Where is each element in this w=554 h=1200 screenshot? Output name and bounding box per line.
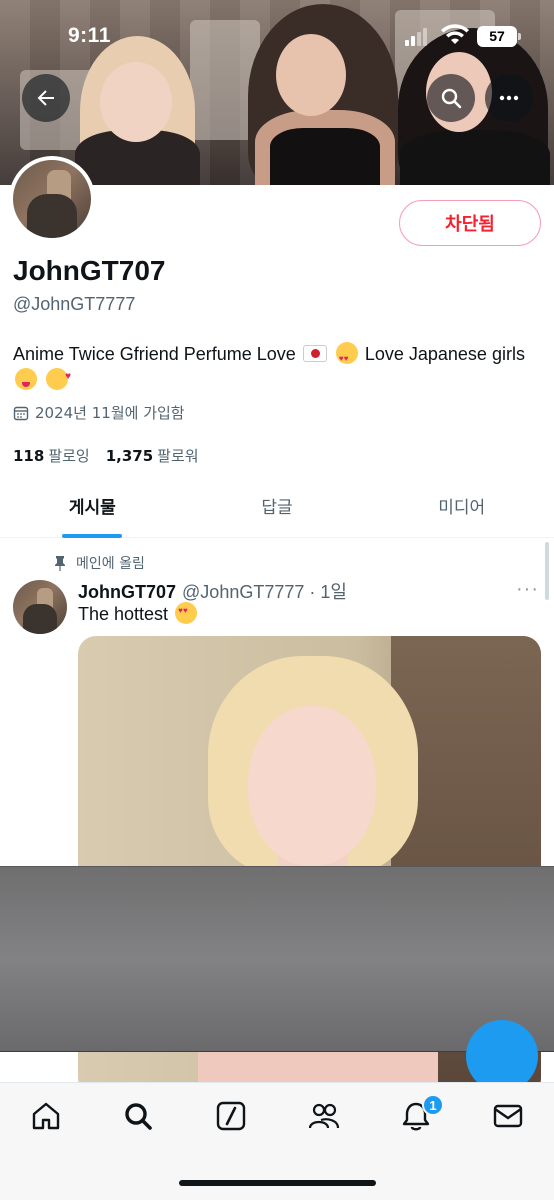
followers-count: 1,375 [105, 447, 154, 465]
tweet-text: The hottest [78, 602, 199, 625]
tweet-avatar[interactable] [13, 580, 67, 634]
communities-icon[interactable] [307, 1099, 341, 1133]
tweet-text-content: The hottest [78, 604, 169, 624]
grok-icon[interactable] [214, 1099, 248, 1133]
home-icon[interactable] [29, 1099, 63, 1133]
wifi-icon [441, 24, 469, 44]
blocked-button[interactable]: 차단됨 [399, 200, 541, 246]
search-icon[interactable] [121, 1099, 155, 1133]
profile-avatar[interactable] [9, 156, 95, 242]
bio-text-1: Anime Twice Gfriend Perfume Love [13, 344, 296, 364]
status-bar: 9:11 57 [0, 0, 554, 70]
messages-icon[interactable] [491, 1099, 525, 1133]
pin-icon [55, 556, 65, 571]
following-count: 118 [13, 447, 45, 465]
home-indicator[interactable] [179, 1180, 376, 1186]
pinned-label: 메인에 올림 [76, 556, 145, 572]
tab-replies[interactable]: 답글 [185, 474, 370, 537]
heart-eyes-emoji-icon [175, 602, 198, 624]
more-options-button[interactable] [485, 74, 533, 122]
joined-date: 2024년 11월에 가입함 [13, 402, 185, 423]
follow-stats: 118 팔로잉 1,375 팔로워 [13, 445, 199, 466]
smiling-hearts-emoji-icon [46, 364, 71, 390]
profile-tabs: 게시물 답글 미디어 [0, 474, 554, 538]
profile-bio: Anime Twice Gfriend Perfume Love Love Ja… [13, 341, 533, 393]
search-button[interactable] [427, 74, 475, 122]
banner-person-dress [270, 128, 380, 185]
tweet-author-name[interactable]: JohnGT707 [78, 582, 176, 603]
banner-person-body [400, 130, 550, 185]
display-name: JohnGT707 [13, 255, 166, 286]
search-icon [441, 88, 462, 109]
tweet-more-icon[interactable]: ··· [516, 578, 539, 601]
following-link[interactable]: 118 팔로잉 [13, 445, 90, 466]
cellular-signal-icon [405, 28, 431, 46]
joined-text: 2024년 11월에 가입함 [35, 404, 185, 422]
back-arrow-icon [37, 90, 54, 106]
calendar-icon [13, 406, 29, 420]
tab-posts[interactable]: 게시물 [0, 474, 185, 537]
back-button[interactable] [22, 74, 70, 122]
japan-flag-icon [302, 345, 327, 362]
followers-link[interactable]: 1,375 팔로워 [106, 445, 199, 466]
more-icon [499, 95, 519, 101]
followers-label: 팔로워 [157, 447, 199, 465]
hungry-face-emoji-icon [15, 368, 37, 390]
avatar-image [13, 160, 91, 238]
tweet-header: JohnGT707 @JohnGT7777 · 1일 [78, 578, 347, 604]
media-person-face [248, 706, 376, 866]
following-label: 팔로잉 [48, 447, 90, 465]
tweet-meta: @JohnGT7777 · 1일 [182, 582, 347, 602]
battery-icon: 57 [477, 26, 521, 47]
banner-person-face [100, 62, 172, 142]
pinned-indicator: 메인에 올림 [54, 553, 145, 573]
notification-badge: 1 [422, 1094, 444, 1116]
gray-overlay [0, 866, 554, 1052]
status-time: 9:11 [68, 24, 111, 47]
heart-eyes-emoji-icon [335, 342, 358, 372]
scrollbar[interactable] [545, 542, 549, 600]
tab-media[interactable]: 미디어 [369, 474, 554, 537]
profile-handle: @JohnGT7777 [13, 294, 136, 314]
bio-text-2: Love Japanese girls [364, 344, 525, 364]
